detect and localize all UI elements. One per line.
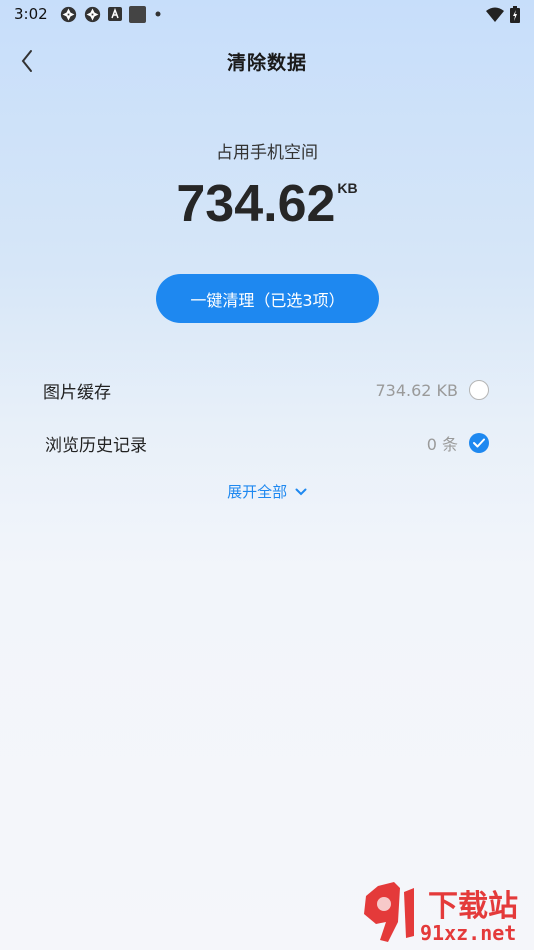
one-key-clean-button[interactable]: 一键清理（已选3项） <box>156 274 379 323</box>
usage-value: 734.62 <box>176 175 336 233</box>
expand-all-label: 展开全部 <box>227 483 288 501</box>
checked-circle-icon[interactable] <box>469 433 489 453</box>
item-size: 734.62 KB <box>375 380 458 400</box>
list-item-browse-history[interactable]: 浏览历史记录 0 条 <box>0 423 534 463</box>
square-icon <box>128 5 146 23</box>
aperture-icon <box>60 6 76 22</box>
list-item-image-cache[interactable]: 图片缓存 734.62 KB <box>0 370 534 410</box>
item-label: 图片缓存 <box>43 382 111 403</box>
aperture-icon <box>84 6 100 22</box>
unchecked-circle-icon[interactable] <box>469 380 489 400</box>
watermark-brand-cn: 下载站 <box>428 889 518 924</box>
watermark: 下载站 91xz.net <box>358 882 528 946</box>
expand-all-link[interactable]: 展开全部 <box>0 481 534 502</box>
watermark-brand-en: 91xz.net <box>420 921 516 945</box>
checkmark-icon <box>473 438 485 448</box>
status-icons-right <box>486 5 520 23</box>
status-bar: 3:02 <box>0 0 534 28</box>
dot-icon <box>155 11 161 17</box>
usage-display: 734.62 KB <box>0 178 534 230</box>
battery-charging-icon <box>510 5 520 23</box>
chevron-left-icon <box>21 50 32 72</box>
chevron-down-icon <box>295 488 307 495</box>
a-box-icon <box>107 7 122 21</box>
page-title: 清除数据 <box>226 51 307 74</box>
item-label: 浏览历史记录 <box>45 435 147 456</box>
status-time: 3:02 <box>14 5 48 23</box>
watermark-logo-icon: 下载站 91xz.net <box>364 882 518 945</box>
usage-unit: KB <box>337 180 358 196</box>
usage-label: 占用手机空间 <box>216 143 318 163</box>
status-icons-left <box>60 5 163 23</box>
header: 清除数据 <box>0 40 534 82</box>
wifi-icon <box>486 7 504 22</box>
back-button[interactable] <box>12 44 42 78</box>
item-size: 0 条 <box>426 435 458 454</box>
